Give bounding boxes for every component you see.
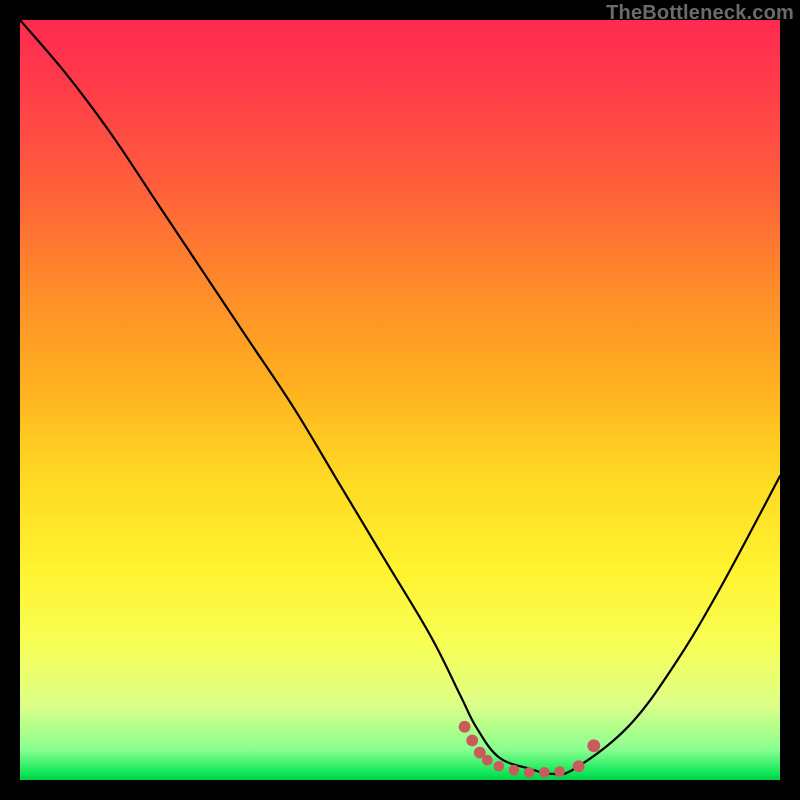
chart-container: TheBottleneck.com bbox=[0, 0, 800, 800]
curve-marker bbox=[474, 747, 486, 759]
curve-marker bbox=[494, 761, 505, 772]
curve-marker bbox=[573, 760, 585, 772]
watermark-text: TheBottleneck.com bbox=[606, 2, 794, 25]
plot-area bbox=[20, 20, 780, 780]
curve-marker bbox=[509, 765, 520, 776]
bottleneck-curve bbox=[20, 20, 780, 780]
curve-marker bbox=[587, 739, 600, 752]
curve-marker bbox=[554, 766, 565, 777]
curve-marker bbox=[539, 767, 550, 778]
curve-marker bbox=[482, 755, 493, 766]
curve-marker bbox=[459, 721, 471, 733]
curve-marker bbox=[466, 735, 478, 747]
watermark-label: TheBottleneck.com bbox=[606, 2, 794, 24]
curve-marker bbox=[524, 767, 535, 778]
